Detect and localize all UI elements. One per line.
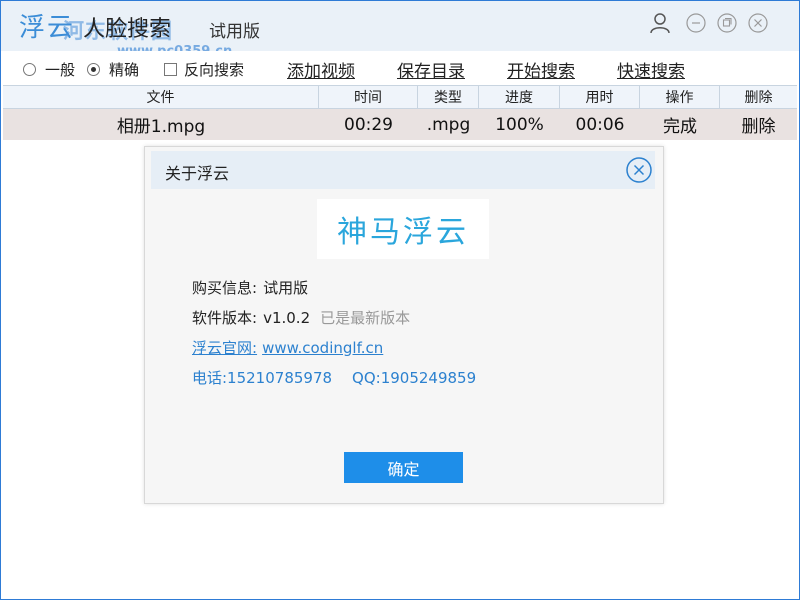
user-icon[interactable]: [649, 12, 670, 34]
mode-exact-label: 精确: [109, 61, 140, 79]
app-window: 浮云 河东软件园 人脸搜索 试用版 www.pc0359.cn: [0, 0, 800, 600]
mode-normal-label: 一般: [45, 61, 76, 79]
version-value: v1.0.2: [263, 308, 311, 327]
version-info: 软件版本: v1.0.2 已是最新版本: [192, 307, 410, 328]
table-header: 文件 时间 类型 进度 用时 操作 删除: [3, 85, 797, 109]
mode-normal-radio[interactable]: 一般: [23, 59, 75, 80]
reverse-search-checkbox[interactable]: 反向搜索: [164, 59, 244, 80]
dialog-title: 关于浮云: [165, 164, 230, 183]
dialog-title-bar: 关于浮云: [151, 151, 655, 189]
header-type[interactable]: 类型: [418, 86, 479, 108]
row-type: .mpg: [426, 114, 471, 135]
maximize-icon[interactable]: [717, 13, 737, 33]
start-search-button[interactable]: 开始搜索: [507, 57, 575, 82]
mode-exact-radio[interactable]: 精确: [87, 59, 139, 80]
add-video-button[interactable]: 添加视频: [287, 57, 355, 82]
header-progress[interactable]: 进度: [479, 86, 560, 108]
header-delete[interactable]: 删除: [720, 86, 797, 108]
row-elapsed: 00:06: [575, 114, 625, 135]
version-label: 软件版本:: [192, 309, 258, 327]
row-time: 00:29: [344, 114, 393, 135]
ok-button[interactable]: 确定: [344, 452, 463, 483]
close-icon[interactable]: [748, 13, 768, 33]
radio-circle[interactable]: [23, 63, 36, 76]
website-label[interactable]: 浮云官网:: [192, 337, 257, 358]
website-url[interactable]: www.codinglf.cn: [257, 339, 383, 357]
header-action[interactable]: 操作: [640, 86, 720, 108]
version-status: 已是最新版本: [320, 309, 411, 327]
purchase-label: 购买信息:: [192, 279, 258, 297]
purchase-info: 购买信息: 试用版: [192, 277, 308, 298]
title-bar: 浮云 河东软件园 人脸搜索 试用版 www.pc0359.cn: [1, 1, 799, 59]
contact-info: 电话:15210785978 QQ:1905249859: [192, 367, 476, 388]
about-dialog: 关于浮云 神马浮云 购买信息: 试用版 软件版本: v1.0.2 已是最新版本 …: [144, 146, 664, 504]
dialog-close-icon[interactable]: [625, 156, 653, 184]
save-directory-button[interactable]: 保存目录: [397, 57, 465, 82]
phone-text: 电话:15210785978: [192, 369, 333, 387]
checkbox-box[interactable]: [164, 63, 177, 76]
app-edition-label: 试用版: [209, 22, 260, 42]
row-action[interactable]: 完成: [640, 109, 720, 140]
row-file: 相册1.mpg: [116, 117, 206, 137]
app-title: 人脸搜索: [83, 17, 172, 42]
purchase-value: 试用版: [263, 279, 309, 297]
header-elapsed[interactable]: 用时: [560, 86, 640, 108]
qq-text: QQ:1905249859: [352, 368, 477, 387]
reverse-search-label: 反向搜索: [184, 61, 245, 79]
website-link[interactable]: 浮云官网: www.codinglf.cn: [192, 337, 383, 358]
quick-search-button[interactable]: 快速搜索: [617, 57, 685, 82]
brand-text: 神马浮云: [337, 215, 469, 250]
table-row[interactable]: 相册1.mpg 00:29 .mpg 100% 00:06 完成 删除: [3, 109, 797, 140]
toolbar: 一般 精确 反向搜索 添加视频 保存目录 开始搜索 快速搜索: [1, 51, 799, 83]
minimize-icon[interactable]: [686, 13, 706, 33]
row-progress: 100%: [495, 114, 544, 135]
brand-logo: 神马浮云: [317, 199, 489, 259]
radio-circle-checked[interactable]: [87, 63, 100, 76]
header-file[interactable]: 文件: [3, 86, 319, 108]
header-time[interactable]: 时间: [319, 86, 418, 108]
row-delete-button[interactable]: 删除: [720, 109, 797, 140]
